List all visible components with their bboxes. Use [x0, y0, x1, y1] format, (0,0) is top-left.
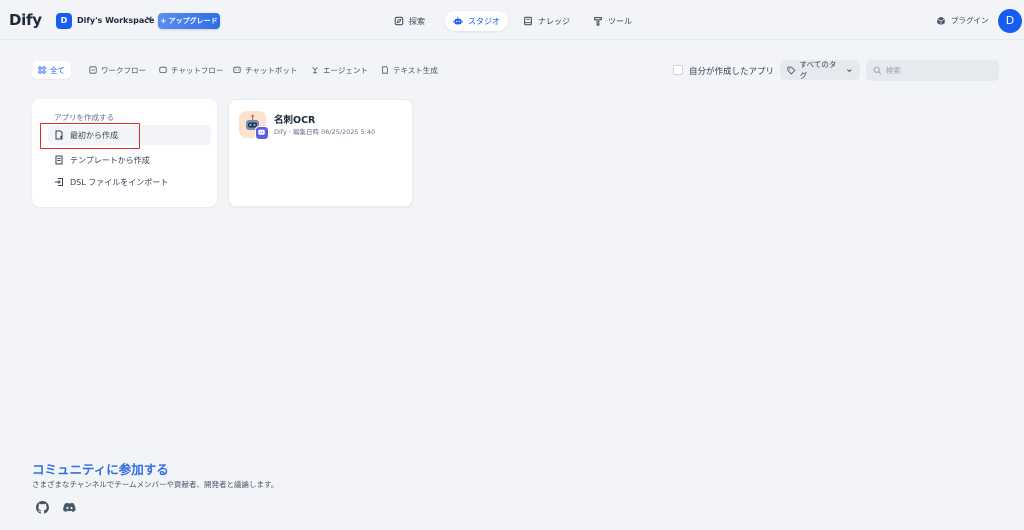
import-icon	[55, 178, 63, 186]
app-name: 名刺OCR	[274, 115, 316, 126]
nav-tools[interactable]: ツール	[585, 11, 640, 31]
filter-tab-label: テキスト生成	[393, 65, 438, 75]
create-app-title: アプリを作成する	[54, 113, 114, 122]
chevron-down-icon	[847, 68, 852, 72]
plugin-button[interactable]: プラグイン	[936, 15, 989, 26]
file-plus-icon	[55, 130, 63, 140]
nav-knowledge-label: ナレッジ	[538, 16, 570, 26]
dify-logo[interactable]: Dify	[9, 11, 42, 29]
workspace-name[interactable]: Dify's Workspace	[77, 16, 154, 25]
nav-explore-label: 探索	[409, 16, 425, 26]
plugin-label: プラグイン	[951, 16, 989, 25]
create-item-label: DSL ファイルをインポート	[70, 177, 169, 187]
hammer-icon	[594, 17, 602, 26]
filter-tab-label: ワークフロー	[101, 65, 146, 75]
search-box[interactable]	[866, 60, 999, 81]
github-icon[interactable]	[36, 501, 49, 514]
agent-icon	[312, 66, 318, 74]
import-dsl-button[interactable]: DSL ファイルをインポート	[48, 172, 211, 192]
nav-studio[interactable]: スタジオ	[445, 11, 508, 31]
chatbot-icon	[233, 66, 241, 73]
created-by-me-label[interactable]: 自分が作成したアプリ	[689, 65, 774, 77]
top-header: Dify D Dify's Workspace + アップグレード 探索 スタジ…	[0, 0, 1024, 40]
tag-icon	[787, 66, 796, 75]
create-app-card: アプリを作成する 最初から作成 テンプレートから作成 DSL ファイルをインポー…	[32, 99, 217, 207]
app-meta: Dify · 編集日時 06/25/2025 5:40	[274, 128, 376, 136]
book-icon	[524, 16, 532, 26]
filter-tab-label: チャットボット	[245, 65, 298, 75]
filter-tab-all[interactable]: 全て	[32, 61, 71, 79]
cube-icon	[937, 16, 945, 25]
search-icon	[873, 66, 882, 75]
nav-studio-label: スタジオ	[468, 16, 500, 26]
explore-icon	[394, 16, 404, 26]
community-title: コミュニティに参加する	[32, 462, 169, 477]
nav-tools-label: ツール	[608, 16, 632, 26]
created-by-me-checkbox[interactable]	[673, 65, 683, 75]
create-item-label: 最初から作成	[70, 130, 118, 140]
filter-tab-chatbot[interactable]: チャットボット	[227, 61, 303, 79]
workspace-avatar[interactable]: D	[56, 13, 72, 29]
template-icon	[55, 155, 63, 165]
community-subtitle: さまざまなチャンネルでチームメンバーや貢献者、開発者と議論します。	[32, 480, 279, 489]
create-item-label: テンプレートから作成	[70, 155, 150, 165]
document-icon	[382, 66, 388, 74]
filter-tab-chatflow[interactable]: チャットフロー	[153, 61, 229, 79]
tag-filter-label: すべてのタグ	[799, 60, 837, 80]
robot-icon	[453, 16, 463, 25]
discord-icon[interactable]	[63, 501, 76, 514]
filter-tab-workflow[interactable]: ワークフロー	[83, 61, 152, 79]
filter-tab-label: エージェント	[323, 65, 368, 75]
tag-filter-select[interactable]: すべてのタグ	[780, 60, 860, 80]
grid-icon	[38, 66, 46, 74]
nav-knowledge[interactable]: ナレッジ	[515, 11, 578, 31]
filter-tab-agent[interactable]: エージェント	[305, 61, 374, 79]
filter-tab-text-generation[interactable]: テキスト生成	[375, 61, 444, 79]
chatflow-icon	[159, 66, 167, 73]
create-from-template-button[interactable]: テンプレートから作成	[48, 150, 211, 170]
chatbot-type-icon	[255, 126, 269, 140]
nav-explore[interactable]: 探索	[386, 11, 433, 31]
create-from-blank-button[interactable]: 最初から作成	[48, 125, 211, 145]
app-card[interactable]: 名刺OCR Dify · 編集日時 06/25/2025 5:40	[228, 99, 413, 207]
search-input[interactable]	[885, 66, 992, 75]
user-avatar[interactable]: D	[998, 9, 1022, 33]
filter-tab-label: 全て	[50, 65, 65, 75]
chevron-down-icon[interactable]	[145, 14, 153, 22]
filter-tab-label: チャットフロー	[171, 65, 224, 75]
workflow-icon	[89, 66, 97, 74]
upgrade-button[interactable]: + アップグレード	[158, 13, 220, 29]
